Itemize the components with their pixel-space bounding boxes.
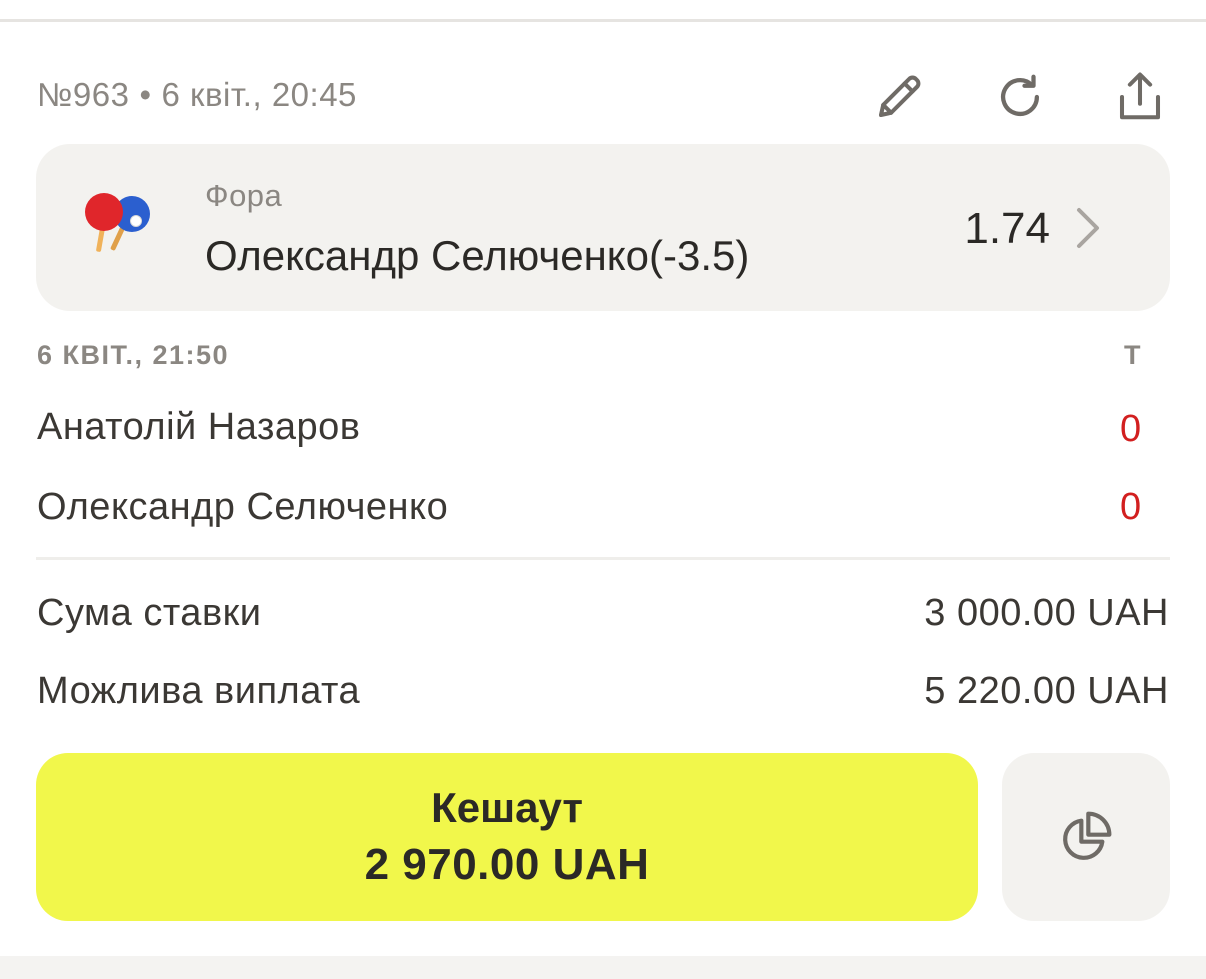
chevron-right-icon (1077, 208, 1099, 248)
bet-meta: №963 • 6 квіт., 20:45 (37, 76, 357, 114)
stake-label: Сума ставки (37, 592, 262, 634)
player-score: 0 (1120, 408, 1142, 450)
market-label: Фора (205, 178, 283, 213)
player-name: Олександр Селюченко (37, 486, 449, 528)
pencil-icon (878, 75, 921, 118)
payout-value: 5 220.00 UAH (924, 670, 1169, 712)
refresh-button[interactable] (989, 66, 1051, 128)
player-name: Анатолій Назаров (37, 406, 361, 448)
refresh-icon (1000, 74, 1040, 117)
share-button[interactable] (1109, 66, 1171, 128)
top-divider (0, 19, 1206, 22)
payout-label: Можлива виплата (37, 670, 361, 712)
table-tennis-icon (85, 193, 150, 252)
event-start-time: 6 КВІТ., 21:50 (37, 340, 230, 370)
cashout-amount: 2 970.00 UAH (364, 840, 650, 889)
edit-button[interactable] (868, 66, 930, 128)
pie-chart-icon (1063, 811, 1112, 860)
cashout-button[interactable]: Кешаут 2 970.00 UAH (36, 753, 978, 921)
partial-cashout-button[interactable] (1002, 753, 1170, 921)
score-column-header: Т (1124, 340, 1141, 370)
odds-value: 1.74 (964, 204, 1050, 253)
bet-selection-card[interactable]: Фора Олександр Селюченко(-3.5) 1.74 (36, 144, 1170, 311)
stake-value: 3 000.00 UAH (924, 592, 1169, 634)
meta-separator: • (139, 76, 152, 113)
player-score: 0 (1120, 486, 1142, 528)
selection-name: Олександр Селюченко(-3.5) (205, 232, 750, 279)
bet-placed-time: 6 квіт., 20:45 (161, 76, 357, 113)
section-divider (36, 557, 1170, 560)
bottom-strip (0, 956, 1206, 979)
bet-number: №963 (37, 76, 130, 113)
cashout-label: Кешаут (431, 784, 583, 831)
share-icon (1119, 72, 1161, 120)
